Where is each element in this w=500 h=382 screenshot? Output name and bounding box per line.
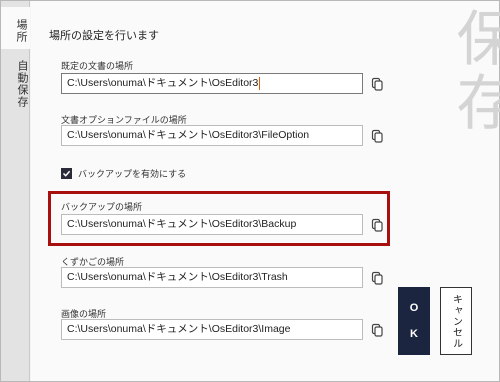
checkmark-icon bbox=[62, 170, 71, 177]
sidebar: 場所 自動保存 bbox=[1, 1, 30, 381]
ok-button-label-2: K bbox=[410, 328, 418, 340]
section-watermark: 保存 bbox=[446, 7, 500, 135]
enable-backup-label: バックアップを有効にする bbox=[78, 170, 187, 180]
default-doc-location-label: 既定の文書の場所 bbox=[61, 62, 134, 72]
image-location-input[interactable]: C:\Users\onuma\ドキュメント\OsEditor3\Image bbox=[61, 319, 363, 340]
copy-folder-icon[interactable] bbox=[369, 128, 385, 144]
tab-location[interactable]: 場所 bbox=[1, 7, 30, 49]
settings-dialog: 場所 自動保存 保存 場所の設定を行います 既定の文書の場所 C:\Users\… bbox=[0, 0, 500, 382]
cancel-button[interactable]: キャンセル bbox=[440, 287, 472, 355]
page-title: 場所の設定を行います bbox=[49, 29, 159, 42]
trash-location-input[interactable]: C:\Users\onuma\ドキュメント\OsEditor3\Trash bbox=[61, 267, 363, 288]
backup-location-label: バックアップの場所 bbox=[61, 203, 143, 213]
enable-backup-checkbox[interactable] bbox=[61, 168, 72, 179]
copy-folder-icon[interactable] bbox=[369, 322, 385, 338]
settings-panel: 保存 場所の設定を行います 既定の文書の場所 C:\Users\onuma\ドキ… bbox=[31, 1, 500, 381]
copy-folder-icon[interactable] bbox=[369, 217, 385, 233]
copy-folder-icon[interactable] bbox=[369, 76, 385, 92]
backup-location-input[interactable]: C:\Users\onuma\ドキュメント\OsEditor3\Backup bbox=[61, 214, 363, 235]
ok-button-label-1: O bbox=[409, 302, 419, 314]
default-doc-location-input[interactable]: C:\Users\onuma\ドキュメント\OsEditor3 bbox=[61, 73, 363, 94]
doc-option-file-location-input[interactable]: C:\Users\onuma\ドキュメント\OsEditor3\FileOpti… bbox=[61, 125, 363, 146]
text-caret bbox=[259, 76, 261, 90]
tab-autosave[interactable]: 自動保存 bbox=[1, 59, 30, 109]
ok-button[interactable]: O K bbox=[398, 287, 430, 355]
enable-backup-row: バックアップを有効にする bbox=[61, 167, 186, 180]
copy-folder-icon[interactable] bbox=[369, 270, 385, 286]
default-doc-location-value: C:\Users\onuma\ドキュメント\OsEditor3 bbox=[67, 77, 259, 89]
